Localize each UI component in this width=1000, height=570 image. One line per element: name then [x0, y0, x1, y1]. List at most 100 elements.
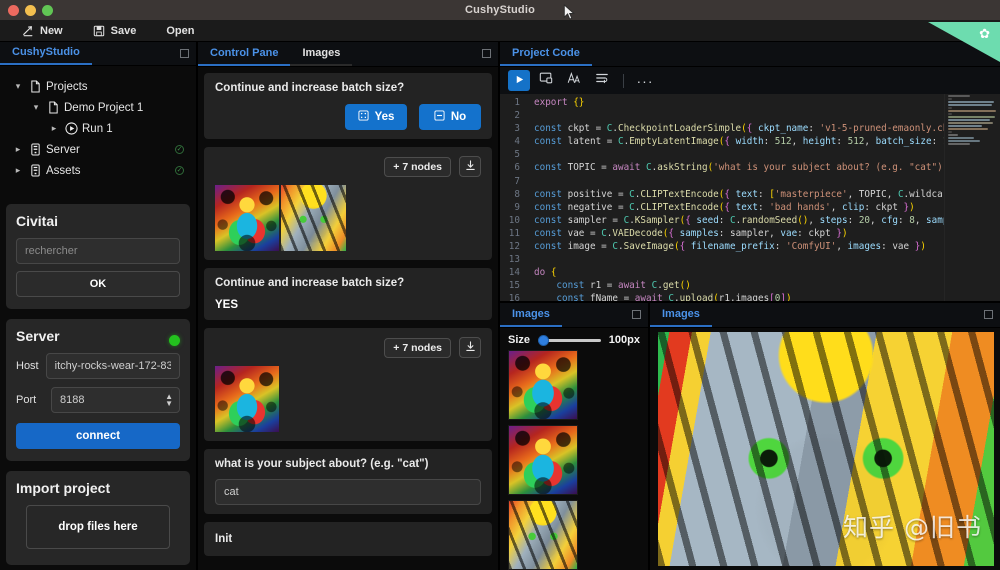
mouse-cursor: [563, 4, 575, 20]
menu-save-button[interactable]: Save: [79, 22, 151, 40]
generated-image-thumbnail[interactable]: [215, 366, 279, 432]
sidebar-pane-toggle[interactable]: [180, 49, 189, 58]
chevron-right-icon[interactable]: ▸: [10, 165, 26, 176]
host-field-row: Host: [16, 353, 180, 379]
civitai-search-input[interactable]: [16, 238, 180, 264]
tab-images-small[interactable]: Images: [500, 304, 562, 327]
workspace: CushyStudio ▾ Projects ▾ Demo Project 1 …: [0, 42, 1000, 570]
grid-icon: [358, 110, 369, 124]
server-title: Server: [16, 328, 60, 344]
answered-value: YES: [215, 299, 239, 311]
tab-project-code[interactable]: Project Code: [500, 43, 592, 66]
images-large-pane-toggle[interactable]: [984, 310, 993, 319]
chevron-right-icon[interactable]: ▸: [46, 123, 62, 134]
minus-box-icon: [434, 110, 445, 124]
connect-button[interactable]: connect: [16, 423, 180, 449]
image-preview[interactable]: 知乎 @旧书: [658, 332, 994, 566]
tree-item-assets[interactable]: ▸ Assets ✓: [6, 160, 190, 181]
file-dropzone[interactable]: drop files here: [26, 505, 170, 549]
image-thumbnail[interactable]: [508, 350, 578, 420]
civitai-ok-button[interactable]: OK: [16, 271, 180, 297]
gallery-thumbnails: [215, 366, 481, 432]
prompt-block: what is your subject about? (e.g. "cat"): [204, 449, 492, 514]
port-input[interactable]: [51, 387, 180, 413]
code-toolbar: ···: [500, 67, 1000, 94]
generated-image-large[interactable]: [658, 332, 994, 566]
images-large-tabbar: Images: [650, 303, 1000, 328]
images-small-pane-toggle[interactable]: [632, 310, 641, 319]
menu-open-button[interactable]: Open: [152, 22, 208, 40]
control-pane-toggle[interactable]: [482, 49, 491, 58]
nodes-count-chip[interactable]: + 7 nodes: [384, 156, 451, 177]
tree-item-projects[interactable]: ▾ Projects: [6, 76, 190, 97]
run-button[interactable]: [508, 70, 530, 91]
split-editor-button[interactable]: [534, 70, 558, 92]
word-wrap-button[interactable]: [590, 70, 614, 92]
download-button[interactable]: [459, 156, 481, 177]
import-project-title: Import project: [16, 480, 111, 496]
toolbar-divider: [623, 73, 624, 88]
tree-item-label: Run 1: [82, 122, 113, 135]
host-input[interactable]: [45, 353, 180, 379]
port-label: Port: [16, 394, 37, 406]
control-pane-tabbar: Control Pane Images: [198, 42, 498, 67]
tree-item-label: Demo Project 1: [64, 101, 144, 114]
prompt-input-wrap: [215, 479, 481, 505]
size-slider[interactable]: [538, 334, 601, 346]
yes-button[interactable]: Yes: [345, 104, 407, 130]
menu-new-button[interactable]: New: [8, 22, 77, 40]
format-button[interactable]: [562, 70, 586, 92]
no-button[interactable]: No: [419, 104, 481, 130]
tree-item-demo-project-1[interactable]: ▾ Demo Project 1: [6, 97, 190, 118]
more-actions-button[interactable]: ···: [633, 70, 657, 92]
tree-item-label: Server: [46, 143, 80, 156]
civitai-card: Civitai OK: [6, 204, 190, 309]
generated-image-thumbnail[interactable]: [215, 185, 279, 251]
images-large-pane: Images 知乎 @旧书: [650, 303, 1000, 570]
tab-images-large[interactable]: Images: [650, 304, 712, 327]
chevron-down-icon[interactable]: ▾: [10, 81, 26, 92]
tab-images[interactable]: Images: [290, 43, 353, 66]
app-menubar: New Save Open: [0, 20, 1000, 42]
file-copy-icon: [26, 80, 44, 93]
tab-cushystudio[interactable]: CushyStudio: [0, 42, 92, 65]
chevron-down-icon[interactable]: ▾: [28, 102, 44, 113]
project-tree: ▾ Projects ▾ Demo Project 1 ▸ Run 1 ▸ Se…: [0, 66, 196, 199]
gallery-toolbar: + 7 nodes: [215, 337, 481, 358]
host-label: Host: [16, 360, 39, 372]
tab-control-pane[interactable]: Control Pane: [198, 43, 291, 66]
answered-question: Continue and increase batch size?: [215, 277, 405, 289]
nodes-count-chip[interactable]: + 7 nodes: [384, 337, 451, 358]
stepper-arrows-icon[interactable]: ▲ ▼: [165, 393, 173, 408]
download-icon: [465, 339, 476, 357]
images-small-pane: Images Size 100px: [500, 303, 648, 570]
tree-item-run-1[interactable]: ▸ Run 1: [6, 118, 190, 139]
image-thumbnail[interactable]: [508, 500, 578, 570]
sidebar-pane: CushyStudio ▾ Projects ▾ Demo Project 1 …: [0, 42, 196, 570]
gallery-block: + 7 nodes: [204, 328, 492, 441]
cushystudio-window: CushyStudio New Save Open ✿ CushyStudio …: [0, 0, 1000, 570]
size-value: 100px: [608, 334, 640, 346]
prompt-question: what is your subject about? (e.g. "cat"): [215, 458, 429, 470]
code-minimap[interactable]: [944, 94, 1000, 301]
generated-image-thumbnail[interactable]: [281, 185, 346, 251]
chevron-right-icon[interactable]: ▸: [10, 144, 26, 155]
tree-item-server[interactable]: ▸ Server ✓: [6, 139, 190, 160]
size-label: Size: [508, 334, 531, 346]
code-editor[interactable]: 1 export {} 2 3 const ckpt = C.CheckpointL…: [500, 94, 1000, 301]
port-field-row: Port ▲▼: [16, 387, 180, 413]
server-icon: [26, 164, 44, 177]
download-button[interactable]: [459, 337, 481, 358]
status-badge: ✓: [175, 166, 184, 175]
image-thumbnail[interactable]: [508, 425, 578, 495]
server-card: Server Host Port ▲▼ connect: [6, 319, 190, 461]
floppy-disk-icon: [93, 25, 105, 37]
step-block: Init: [204, 522, 492, 556]
confirm-actions: Yes No: [215, 104, 481, 130]
slider-knob[interactable]: [538, 335, 550, 346]
prompt-input[interactable]: [215, 479, 481, 505]
code-pane-tabbar: Project Code: [500, 42, 1000, 67]
window-titlebar: CushyStudio: [0, 0, 1000, 20]
server-icon: [26, 143, 44, 156]
control-pane-body: Continue and increase batch size? Yes No…: [198, 67, 498, 570]
